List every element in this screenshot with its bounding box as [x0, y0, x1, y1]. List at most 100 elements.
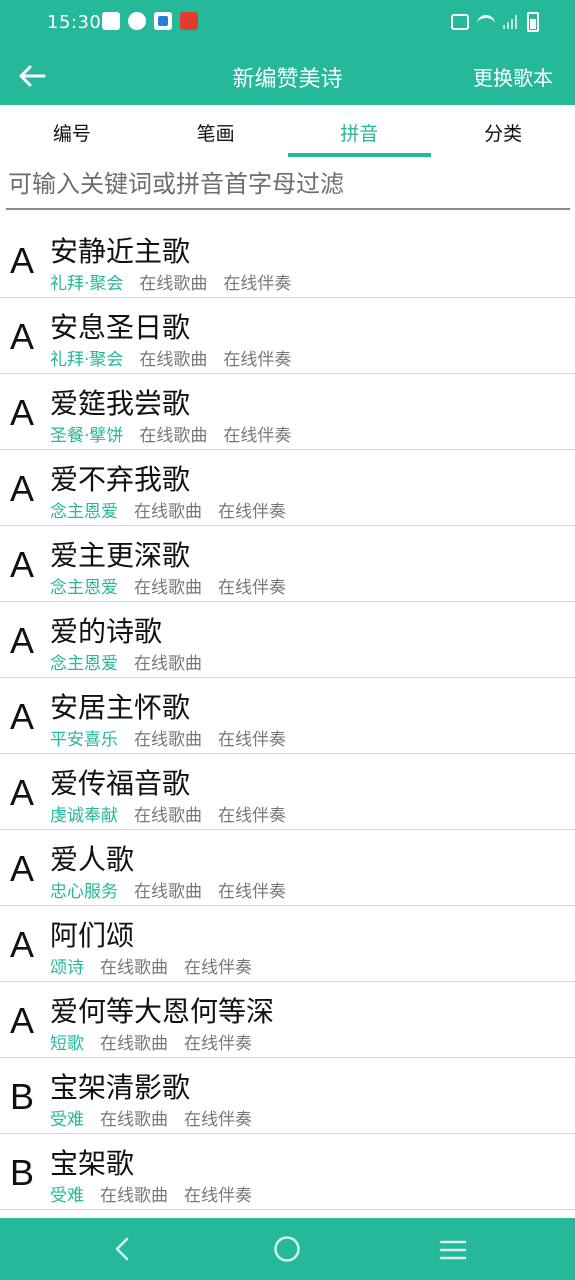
- online-accompaniment-link[interactable]: 在线伴奏: [223, 345, 291, 370]
- song-row[interactable]: A 阿们颂 颂诗 在线歌曲 在线伴奏: [0, 906, 575, 982]
- online-song-link[interactable]: 在线歌曲: [100, 1181, 168, 1206]
- online-song-link[interactable]: 在线歌曲: [139, 269, 207, 294]
- song-category: 礼拜·聚会: [50, 350, 124, 370]
- song-title: 爱主更深歌: [50, 539, 191, 572]
- nav-back-button[interactable]: [108, 1234, 138, 1264]
- online-song-link[interactable]: 在线歌曲: [134, 725, 202, 750]
- online-accompaniment-link[interactable]: 在线伴奏: [223, 421, 291, 446]
- battery-icon: [527, 12, 539, 32]
- song-category: 忠心服务: [50, 882, 118, 902]
- nav-home-button[interactable]: [273, 1235, 301, 1263]
- song-row[interactable]: A 爱主更深歌 念主恩爱 在线歌曲 在线伴奏: [0, 526, 575, 602]
- song-category: 礼拜·聚会: [50, 274, 124, 294]
- song-row[interactable]: A 爱筵我尝歌 圣餐·擘饼 在线歌曲 在线伴奏: [0, 374, 575, 450]
- song-meta: 平安喜乐 在线歌曲 在线伴奏: [50, 725, 286, 750]
- index-letter: A: [10, 772, 35, 813]
- online-song-link[interactable]: 在线歌曲: [134, 877, 202, 902]
- signal-icon: [503, 15, 519, 29]
- song-meta: 礼拜·聚会 在线歌曲 在线伴奏: [50, 269, 291, 294]
- online-song-link[interactable]: 在线歌曲: [134, 801, 202, 826]
- song-title: 阿们颂: [50, 919, 135, 952]
- online-accompaniment-link[interactable]: 在线伴奏: [184, 1105, 252, 1130]
- song-meta: 受难 在线歌曲 在线伴奏: [50, 1181, 252, 1206]
- online-song-link[interactable]: 在线歌曲: [134, 497, 202, 522]
- vibrate-icon: [451, 14, 469, 30]
- index-letter: A: [10, 240, 35, 281]
- wifi-icon: [477, 15, 495, 29]
- song-title: 爱传福音歌: [50, 767, 191, 800]
- song-meta: 忠心服务 在线歌曲 在线伴奏: [50, 877, 286, 902]
- song-title: 安居主怀歌: [50, 691, 191, 724]
- app-notification-icon: [180, 12, 198, 30]
- song-row[interactable]: A 安息圣日歌 礼拜·聚会 在线歌曲 在线伴奏: [0, 298, 575, 374]
- online-accompaniment-link[interactable]: 在线伴奏: [218, 497, 286, 522]
- online-accompaniment-link[interactable]: 在线伴奏: [184, 1029, 252, 1054]
- song-meta: 受难 在线歌曲 在线伴奏: [50, 1105, 252, 1130]
- song-category: 虔诚奉献: [50, 806, 118, 826]
- online-accompaniment-link[interactable]: 在线伴奏: [184, 1181, 252, 1206]
- index-letter: A: [10, 1000, 35, 1041]
- song-category: 颂诗: [50, 958, 84, 978]
- song-row[interactable]: B 宝架清影歌 受难 在线歌曲 在线伴奏: [0, 1058, 575, 1134]
- sort-tabs: 编号 笔画 拼音 分类: [0, 105, 575, 159]
- tab-number[interactable]: 编号: [0, 105, 144, 159]
- song-meta: 短歌 在线歌曲 在线伴奏: [50, 1029, 252, 1054]
- tab-strokes[interactable]: 笔画: [144, 105, 288, 159]
- song-row[interactable]: A 爱何等大恩何等深 短歌 在线歌曲 在线伴奏: [0, 982, 575, 1058]
- song-meta: 念主恩爱 在线歌曲: [50, 649, 202, 674]
- online-accompaniment-link[interactable]: 在线伴奏: [184, 953, 252, 978]
- online-song-link[interactable]: 在线歌曲: [139, 421, 207, 446]
- online-accompaniment-link[interactable]: 在线伴奏: [218, 877, 286, 902]
- online-song-link[interactable]: 在线歌曲: [134, 573, 202, 598]
- song-category: 念主恩爱: [50, 502, 118, 522]
- song-title: 安静近主歌: [50, 235, 191, 268]
- online-song-link[interactable]: 在线歌曲: [100, 1105, 168, 1130]
- song-row[interactable]: A 爱不弃我歌 念主恩爱 在线歌曲 在线伴奏: [0, 450, 575, 526]
- home-circle-icon: [274, 1236, 300, 1262]
- online-accompaniment-link[interactable]: 在线伴奏: [218, 725, 286, 750]
- song-row[interactable]: A 安静近主歌 礼拜·聚会 在线歌曲 在线伴奏: [0, 222, 575, 298]
- song-meta: 颂诗 在线歌曲 在线伴奏: [50, 953, 252, 978]
- song-row[interactable]: A 爱传福音歌 虔诚奉献 在线歌曲 在线伴奏: [0, 754, 575, 830]
- song-title: 安息圣日歌: [50, 311, 191, 344]
- status-time: 15:30: [47, 12, 102, 33]
- online-song-link[interactable]: 在线歌曲: [100, 1029, 168, 1054]
- online-accompaniment-link[interactable]: 在线伴奏: [218, 801, 286, 826]
- search-input[interactable]: [6, 166, 570, 210]
- song-category: 受难: [50, 1110, 84, 1130]
- app-header: 新编赞美诗 更换歌本: [0, 48, 575, 105]
- tab-pinyin[interactable]: 拼音: [287, 105, 432, 159]
- song-row[interactable]: A 爱人歌 忠心服务 在线歌曲 在线伴奏: [0, 830, 575, 906]
- speed-icon: [128, 12, 146, 30]
- index-letter: A: [10, 848, 35, 889]
- online-accompaniment-link[interactable]: 在线伴奏: [223, 269, 291, 294]
- book-app-icon: [154, 12, 172, 30]
- switch-hymnal-button[interactable]: 更换歌本: [473, 62, 553, 91]
- online-song-link[interactable]: 在线歌曲: [139, 345, 207, 370]
- song-row[interactable]: A 爱的诗歌 念主恩爱 在线歌曲: [0, 602, 575, 678]
- index-letter: B: [10, 1076, 35, 1117]
- song-title: 爱筵我尝歌: [50, 387, 191, 420]
- song-title: 爱人歌: [50, 843, 135, 876]
- song-title: 宝架清影歌: [50, 1071, 191, 1104]
- nav-recents-button[interactable]: [439, 1238, 467, 1262]
- song-row[interactable]: B 宝架歌 受难 在线歌曲 在线伴奏: [0, 1134, 575, 1210]
- system-icons: [451, 12, 539, 32]
- online-song-link[interactable]: 在线歌曲: [134, 649, 202, 674]
- song-category: 短歌: [50, 1034, 84, 1054]
- song-meta: 虔诚奉献 在线歌曲 在线伴奏: [50, 801, 286, 826]
- song-meta: 念主恩爱 在线歌曲 在线伴奏: [50, 573, 286, 598]
- index-letter: B: [10, 1152, 35, 1193]
- index-letter: A: [10, 924, 35, 965]
- song-category: 平安喜乐: [50, 730, 118, 750]
- song-category: 圣餐·擘饼: [50, 426, 124, 446]
- online-song-link[interactable]: 在线歌曲: [100, 953, 168, 978]
- song-title: 爱何等大恩何等深: [50, 995, 275, 1028]
- song-row[interactable]: A 安居主怀歌 平安喜乐 在线歌曲 在线伴奏: [0, 678, 575, 754]
- online-accompaniment-link[interactable]: 在线伴奏: [218, 573, 286, 598]
- song-meta: 念主恩爱 在线歌曲 在线伴奏: [50, 497, 286, 522]
- chevron-left-icon: [115, 1237, 129, 1261]
- status-bar: 15:30: [0, 0, 575, 48]
- tab-category[interactable]: 分类: [431, 105, 575, 159]
- system-nav-bar: [0, 1218, 575, 1280]
